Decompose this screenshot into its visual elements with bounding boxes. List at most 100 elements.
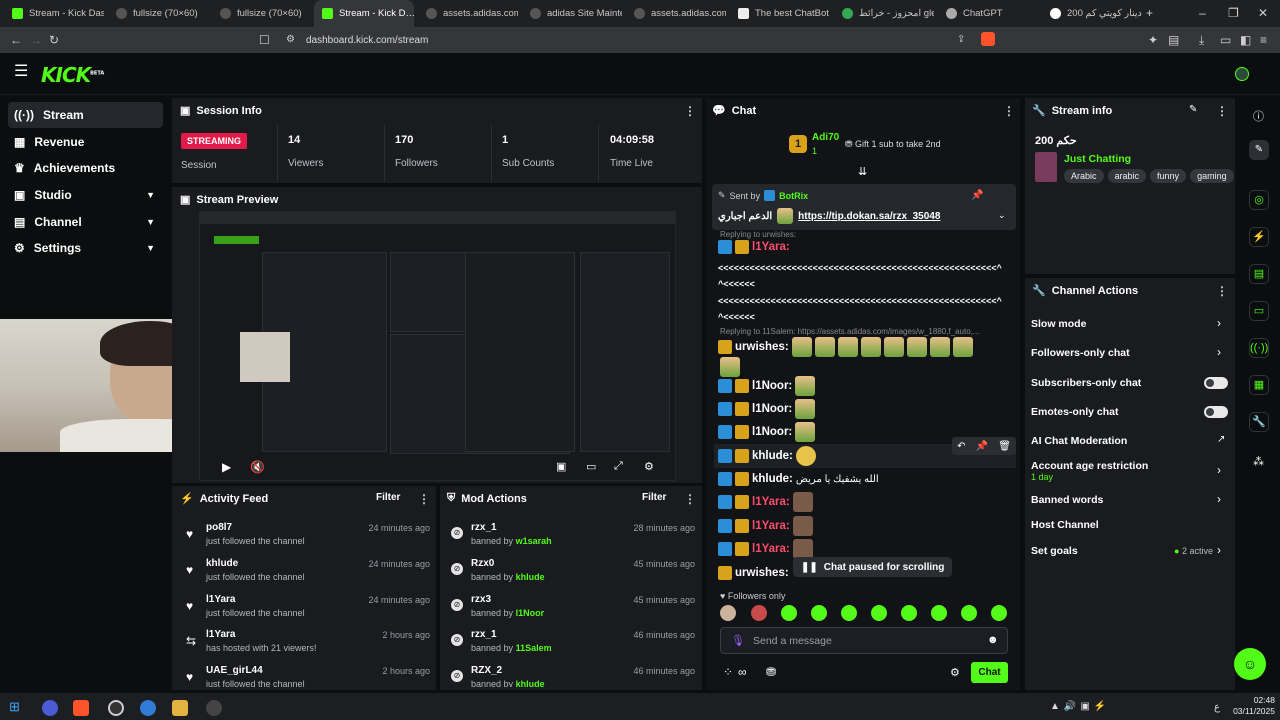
more-options-icon[interactable]: ⋮ — [1003, 104, 1015, 118]
clipboard-tool-icon[interactable]: ▤ — [1249, 264, 1269, 284]
emote-quick-pick[interactable] — [901, 605, 917, 621]
sidebar-toggle-icon[interactable]: ◧ — [1240, 34, 1251, 46]
emote-quick-pick[interactable] — [931, 605, 947, 621]
support-chat-button[interactable]: ☺ — [1234, 648, 1266, 680]
edit-tool-icon[interactable]: ✎ — [1249, 140, 1269, 160]
browser-tab[interactable]: assets.adidas.com — [626, 0, 726, 27]
settings-gear-icon[interactable]: ⚙ — [644, 460, 654, 473]
bookmark-icon[interactable]: ☐ — [259, 34, 270, 46]
sidebar-item-achievements[interactable]: ♛ Achievements — [8, 155, 163, 181]
more-options-icon[interactable]: ⋮ — [684, 104, 696, 118]
extensions-icon[interactable]: ✦ — [1148, 34, 1158, 46]
site-info-icon[interactable]: ⚙ — [286, 34, 295, 46]
gift-icon[interactable]: ⛃ — [766, 665, 776, 679]
slow-mode-action[interactable]: Slow mode — [1031, 318, 1086, 330]
url-bar[interactable]: dashboard.kick.com/stream — [276, 31, 1006, 49]
chat-tool-icon[interactable]: ▭ — [1249, 301, 1269, 321]
app-icon[interactable] — [140, 700, 156, 716]
more-options-icon[interactable]: ⋮ — [1216, 284, 1228, 298]
back-icon[interactable]: ← — [10, 34, 22, 46]
collapse-icon[interactable]: ⇊ — [858, 165, 867, 178]
share-icon[interactable]: ⇪ — [957, 34, 965, 46]
sidebar-item-stream[interactable]: ((·)) Stream — [8, 102, 163, 128]
activity-filter-button[interactable]: Filter — [376, 492, 400, 503]
mod-filter-button[interactable]: Filter — [642, 492, 666, 503]
emoji-icon[interactable]: ☻ — [987, 634, 999, 646]
sidebar-item-revenue[interactable]: ▦ Revenue — [8, 129, 163, 155]
emote-quick-pick[interactable] — [781, 605, 797, 621]
new-tab-icon[interactable]: + — [1146, 7, 1153, 19]
close-window-icon[interactable]: ✕ — [1258, 7, 1268, 19]
browser-tab[interactable]: The best ChatBot ar… — [730, 0, 830, 27]
info-icon[interactable]: ⓘ — [1253, 108, 1264, 124]
host-channel-action[interactable]: Host Channel — [1031, 519, 1099, 531]
emote-quick-pick[interactable] — [841, 605, 857, 621]
discord-icon[interactable] — [42, 700, 58, 716]
sidebar-item-studio[interactable]: ▣ Studio ▼ — [8, 182, 163, 208]
capture-tool-icon[interactable]: ◎ — [1249, 190, 1269, 210]
delete-icon[interactable]: 🗑 — [998, 441, 1011, 452]
sidebar-item-settings[interactable]: ⚙ Settings ▼ — [8, 235, 163, 261]
apps-icon[interactable]: ⁂ — [1253, 455, 1264, 468]
download-icon[interactable]: ⤓ — [1199, 34, 1204, 46]
browser-tab[interactable]: Stream - Kick Dashb… — [4, 0, 104, 27]
theater-icon[interactable]: ▭ — [586, 460, 596, 473]
edit-icon[interactable]: ✎ — [1189, 104, 1197, 115]
play-icon[interactable]: ▶ — [222, 460, 231, 474]
external-link-icon[interactable]: ↗ — [1217, 434, 1225, 445]
emote-quick-pick[interactable] — [751, 605, 767, 621]
browser-tab[interactable]: 200 دينار كويتي كم… — [1042, 0, 1142, 27]
menu-icon[interactable]: ≡ — [1260, 34, 1267, 46]
browser-tab[interactable]: امحزوز - خرائط gle — [834, 0, 934, 27]
clock[interactable]: 02:48 03/11/2025 — [1233, 695, 1275, 717]
reload-icon[interactable]: ↻ — [49, 34, 59, 46]
sidebar-panel-icon[interactable]: ▤ — [1168, 34, 1179, 46]
emotes-only-toggle[interactable] — [1204, 406, 1228, 418]
mute-icon[interactable]: 🔇 — [250, 460, 265, 474]
more-options-icon[interactable]: ⋮ — [418, 492, 430, 506]
system-tray[interactable]: ▲🔊▣⚡ — [1050, 701, 1110, 712]
browser-tab[interactable]: adidas Site Mainten… — [522, 0, 622, 27]
category-name[interactable]: Just Chatting — [1064, 153, 1131, 165]
stream-video-player[interactable]: ▶ 🔇 ▣ ▭ ⤢ ⚙ — [199, 211, 676, 481]
obs-icon[interactable] — [108, 700, 124, 716]
emote-quick-pick[interactable] — [811, 605, 827, 621]
emote-quick-pick[interactable] — [961, 605, 977, 621]
browser-tab[interactable]: assets.adidas.com — [418, 0, 518, 27]
fullscreen-icon[interactable]: ⤢ — [614, 460, 623, 473]
browser-tab[interactable]: fullsize (70×60) — [108, 0, 208, 27]
unpin-icon[interactable]: 📌 — [971, 190, 983, 201]
chat-paused-banner[interactable]: ❚❚ Chat paused for scrolling — [793, 557, 953, 577]
brave-icon[interactable] — [73, 700, 89, 716]
subscribers-only-toggle[interactable] — [1204, 377, 1228, 389]
settings-app-icon[interactable] — [206, 700, 222, 716]
chevron-right-icon[interactable]: › — [1217, 316, 1221, 330]
pinned-link[interactable]: https://tip.dokan.sa/rzx_35048 — [798, 211, 940, 222]
more-options-icon[interactable]: ⋮ — [684, 492, 696, 506]
gift-user[interactable]: Adi70 — [812, 132, 839, 143]
sidebar-item-channel[interactable]: ▤ Channel ▼ — [8, 209, 163, 235]
avatar[interactable] — [1235, 67, 1249, 81]
account-age-action[interactable]: Account age restriction — [1031, 460, 1148, 472]
followers-only-action[interactable]: Followers-only chat — [1031, 347, 1130, 359]
gift-prompt[interactable]: ⛃ Gift 1 sub to take 2nd — [845, 139, 941, 150]
wrench-tool-icon[interactable]: 🔧 — [1249, 412, 1269, 432]
kick-logo[interactable]: KICKBETA — [41, 63, 104, 87]
chevron-right-icon[interactable]: › — [1217, 543, 1221, 557]
emote-quick-pick[interactable] — [720, 605, 736, 621]
infinity-icon[interactable]: ∞ — [738, 665, 747, 679]
browser-tab-active[interactable]: Stream - Kick D…✕ — [314, 0, 414, 27]
restore-icon[interactable]: ❐ — [1228, 7, 1239, 19]
emote-quick-pick[interactable] — [871, 605, 887, 621]
start-icon[interactable]: ⊞ — [9, 699, 20, 715]
broadcast-tool-icon[interactable]: ((·)) — [1249, 338, 1269, 358]
reply-icon[interactable]: ↶ — [957, 441, 965, 452]
clip-icon[interactable]: ▣ — [556, 460, 566, 473]
browser-tab[interactable]: ChatGPT — [938, 0, 1038, 27]
file-explorer-icon[interactable] — [172, 700, 188, 716]
brave-shields-icon[interactable] — [981, 32, 995, 46]
chevron-down-icon[interactable]: ⌄ — [998, 210, 1006, 221]
chat-settings-icon[interactable]: ⚙ — [950, 666, 960, 679]
bolt-tool-icon[interactable]: ⚡ — [1249, 227, 1269, 247]
wallet-icon[interactable]: ▭ — [1220, 34, 1231, 46]
